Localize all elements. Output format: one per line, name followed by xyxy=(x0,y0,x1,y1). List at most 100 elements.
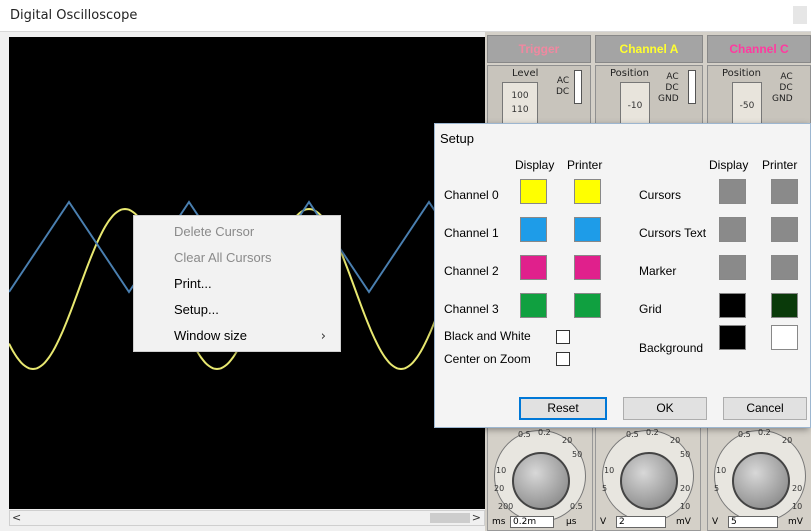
context-menu: Delete Cursor Clear All Cursors Print...… xyxy=(133,215,341,352)
channel-1-printer-swatch[interactable] xyxy=(574,217,601,242)
dial-tick: 10 xyxy=(496,466,507,475)
timebase-unit-right: µs xyxy=(566,517,577,527)
channel-c-header: Channel C xyxy=(707,35,811,63)
channel-c-coupling[interactable]: AC DC GND xyxy=(772,72,793,105)
channel-c-volts-input[interactable]: 5 xyxy=(728,516,778,528)
window-titlebar: Digital Oscilloscope xyxy=(0,0,811,32)
coupling-dc[interactable]: DC xyxy=(658,83,678,94)
cursors-display-swatch[interactable] xyxy=(719,179,746,204)
channel-a-header: Channel A xyxy=(595,35,703,63)
trigger-header: Trigger xyxy=(487,35,591,63)
dial-tick: 20 xyxy=(562,436,573,445)
printer-column-header-2: Printer xyxy=(762,158,798,172)
window-control-button[interactable] xyxy=(793,6,807,24)
center-on-zoom-label: Center on Zoom xyxy=(444,352,531,366)
black-and-white-checkbox[interactable] xyxy=(556,330,570,344)
channel-2-label: Channel 2 xyxy=(444,264,499,278)
channel-a-position-label: Position xyxy=(610,68,649,79)
channel-a-unit-right: mV xyxy=(676,517,691,527)
cursors-text-printer-swatch[interactable] xyxy=(771,217,798,242)
scroll-right-icon[interactable]: > xyxy=(472,511,481,524)
channel-1-display-swatch[interactable] xyxy=(520,217,547,242)
timebase-knob[interactable] xyxy=(512,452,570,510)
channel-0-display-swatch[interactable] xyxy=(520,179,547,204)
coupling-gnd[interactable]: GND xyxy=(772,94,793,105)
coupling-dc[interactable]: DC xyxy=(772,83,792,94)
channel-3-display-swatch[interactable] xyxy=(520,293,547,318)
background-printer-swatch[interactable] xyxy=(771,325,798,350)
channel-c-volts-knob[interactable] xyxy=(732,452,790,510)
background-label: Background xyxy=(639,341,704,355)
channel-2-display-swatch[interactable] xyxy=(520,255,547,280)
channel-c-header-label: Channel C xyxy=(729,42,789,56)
cursors-text-label: Cursors Text xyxy=(639,226,707,240)
channel-a-volts-input[interactable]: 2 xyxy=(616,516,666,528)
marker-label: Marker xyxy=(639,264,677,278)
ok-button[interactable]: OK xyxy=(623,397,707,420)
cursors-text-display-swatch[interactable] xyxy=(719,217,746,242)
trigger-level-value: 100 xyxy=(511,91,529,101)
dial-tick: 10 xyxy=(680,502,691,511)
trigger-coupling-switch[interactable] xyxy=(574,70,582,104)
setup-dialog-title: Setup xyxy=(440,131,474,146)
display-column-header-2: Display xyxy=(709,158,749,172)
dial-tick: 50 xyxy=(680,450,691,459)
channel-2-printer-swatch[interactable] xyxy=(574,255,601,280)
trigger-header-label: Trigger xyxy=(518,42,560,56)
setup-dialog: Setup Display Printer Display Printer Ch… xyxy=(434,123,811,428)
window-title: Digital Oscilloscope xyxy=(10,8,138,23)
horizontal-scrollbar[interactable]: < > xyxy=(9,510,485,526)
channel-a-volts-knob[interactable] xyxy=(620,452,678,510)
marker-printer-swatch[interactable] xyxy=(771,255,798,280)
menu-item-window-size[interactable]: Window size xyxy=(174,328,247,343)
coupling-ac[interactable]: AC xyxy=(556,76,569,87)
grid-printer-swatch[interactable] xyxy=(771,293,798,318)
dial-tick: 0.5 xyxy=(738,430,751,439)
marker-display-swatch[interactable] xyxy=(719,255,746,280)
channel-1-label: Channel 1 xyxy=(444,226,499,240)
cursors-printer-swatch[interactable] xyxy=(771,179,798,204)
menu-item-setup[interactable]: Setup... xyxy=(174,302,219,317)
timebase-unit-left: ms xyxy=(492,517,506,527)
channel-c-knob-panel: 0.5 0.2 20 10 5 20 10 V 5 mV xyxy=(707,425,811,531)
grid-display-swatch[interactable] xyxy=(719,293,746,318)
channel-a-coupling-switch[interactable] xyxy=(688,70,696,104)
dial-tick: 5 xyxy=(714,484,720,493)
dial-tick: 5 xyxy=(602,484,608,493)
channel-a-header-label: Channel A xyxy=(619,42,679,56)
menu-item-clear-all-cursors[interactable]: Clear All Cursors xyxy=(174,250,272,265)
center-on-zoom-checkbox[interactable] xyxy=(556,352,570,366)
display-column-header: Display xyxy=(515,158,555,172)
submenu-chevron-icon: › xyxy=(320,329,326,344)
reset-button[interactable]: Reset xyxy=(519,397,607,420)
scroll-left-icon[interactable]: < xyxy=(12,511,21,524)
printer-column-header: Printer xyxy=(567,158,603,172)
dial-tick: 10 xyxy=(604,466,615,475)
dial-tick: 20 xyxy=(792,484,803,493)
dial-tick: 20 xyxy=(670,436,681,445)
scrollbar-thumb[interactable] xyxy=(430,513,470,523)
dial-tick: 0.2 xyxy=(538,428,551,437)
coupling-ac[interactable]: AC xyxy=(658,72,678,83)
cursors-label: Cursors xyxy=(639,188,682,202)
channel-3-printer-swatch[interactable] xyxy=(574,293,601,318)
trigger-coupling[interactable]: AC DC xyxy=(556,76,569,98)
coupling-gnd[interactable]: GND xyxy=(658,94,679,105)
channel-3-label: Channel 3 xyxy=(444,302,499,316)
black-and-white-label: Black and White xyxy=(444,329,531,343)
timebase-input[interactable]: 0.2m xyxy=(510,516,554,528)
background-display-swatch[interactable] xyxy=(719,325,746,350)
channel-0-label: Channel 0 xyxy=(444,188,499,202)
cancel-button[interactable]: Cancel xyxy=(723,397,807,420)
trigger-level-value-2: 110 xyxy=(511,105,529,115)
channel-c-unit-right: mV xyxy=(788,517,803,527)
coupling-dc[interactable]: DC xyxy=(556,87,569,98)
dial-tick: 20 xyxy=(782,436,793,445)
coupling-ac[interactable]: AC xyxy=(772,72,792,83)
channel-a-coupling[interactable]: AC DC GND xyxy=(658,72,679,105)
channel-0-printer-swatch[interactable] xyxy=(574,179,601,204)
channel-a-position-value: -10 xyxy=(627,101,643,111)
dial-tick: 20 xyxy=(680,484,691,493)
menu-item-print[interactable]: Print... xyxy=(174,276,212,291)
menu-item-delete-cursor[interactable]: Delete Cursor xyxy=(174,224,254,239)
